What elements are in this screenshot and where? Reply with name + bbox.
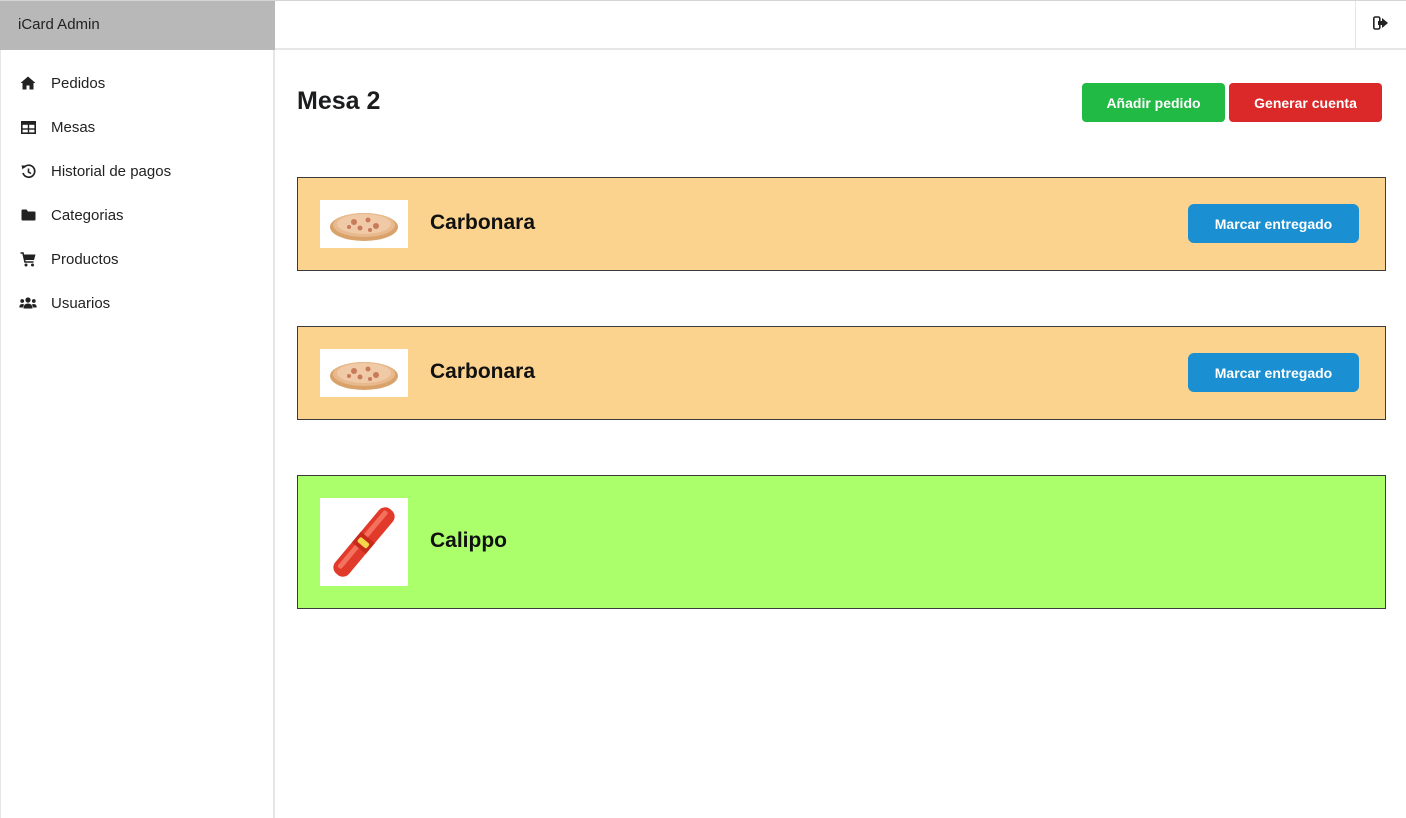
sidebar-item-label: Historial de pagos: [51, 162, 172, 180]
sidebar-item-categorias[interactable]: Categorias: [1, 193, 273, 237]
home-icon: [19, 75, 37, 91]
folder-icon: [19, 207, 37, 223]
order-item: Carbonara Marcar entregado: [297, 177, 1386, 271]
sidebar-item-pedidos[interactable]: Pedidos: [1, 61, 273, 105]
sidebar-item-label: Mesas: [51, 118, 96, 136]
order-item: Carbonara Marcar entregado: [297, 326, 1386, 420]
sidebar-item-mesas[interactable]: Mesas: [1, 105, 273, 149]
cart-icon: [19, 251, 37, 267]
sidebar-menu: Pedidos Mesas Historial de pagos Categor…: [1, 50, 273, 325]
add-order-button[interactable]: Añadir pedido: [1082, 83, 1225, 122]
sidebar-item-label: Pedidos: [51, 74, 106, 92]
page-title: Mesa 2: [297, 87, 381, 115]
sidebar-item-historial[interactable]: Historial de pagos: [1, 149, 273, 193]
history-icon: [19, 163, 37, 179]
sidebar-item-productos[interactable]: Productos: [1, 237, 273, 281]
product-name: Calippo: [430, 529, 507, 552]
app-brand[interactable]: iCard Admin: [0, 1, 275, 50]
sidebar: Pedidos Mesas Historial de pagos Categor…: [0, 50, 275, 818]
sidebar-item-usuarios[interactable]: Usuarios: [1, 281, 273, 325]
product-name: Carbonara: [430, 211, 536, 234]
product-name: Carbonara: [430, 360, 536, 383]
sidebar-item-label: Categorias: [51, 206, 124, 224]
order-item: Calippo: [297, 475, 1386, 609]
users-icon: [19, 295, 37, 311]
product-image: [320, 498, 408, 586]
product-image: [320, 200, 408, 248]
top-bar: iCard Admin: [0, 0, 1406, 50]
sidebar-item-label: Productos: [51, 250, 119, 268]
sidebar-item-label: Usuarios: [51, 294, 111, 312]
mark-delivered-button[interactable]: Marcar entregado: [1188, 353, 1359, 392]
mark-delivered-button[interactable]: Marcar entregado: [1188, 204, 1359, 243]
sign-out-icon: [1373, 15, 1389, 35]
main-content: Mesa 2 Añadir pedido Generar cuenta Carb…: [275, 50, 1406, 818]
product-image: [320, 349, 408, 397]
table-icon: [19, 119, 37, 135]
logout-button[interactable]: [1355, 1, 1406, 49]
generate-bill-button[interactable]: Generar cuenta: [1229, 83, 1382, 122]
